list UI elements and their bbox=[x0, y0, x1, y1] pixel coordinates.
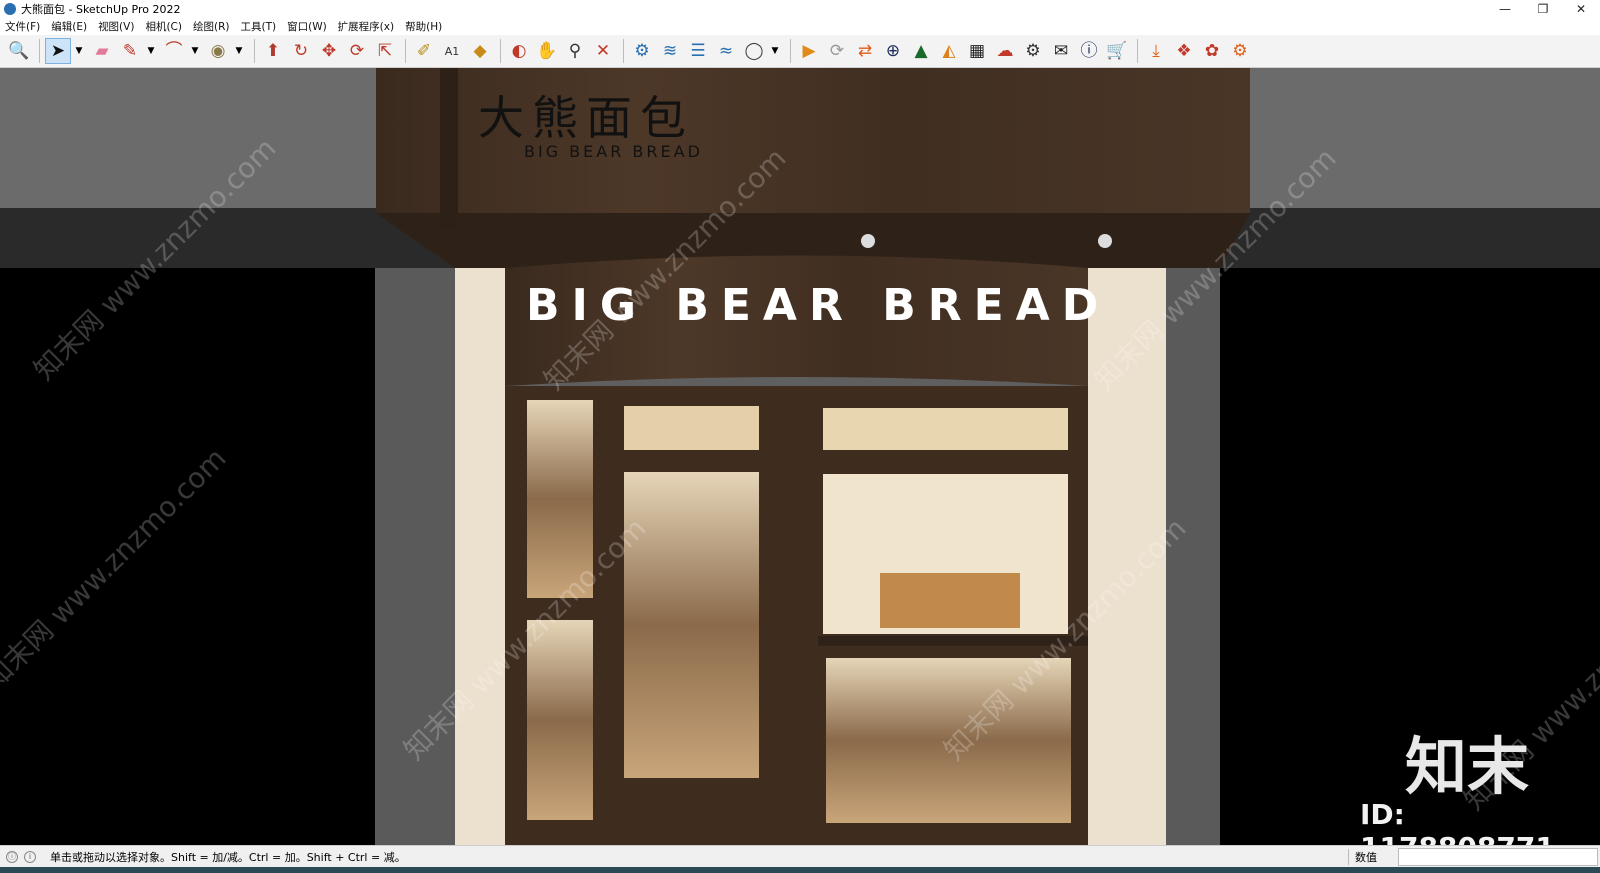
warehouse-icon[interactable]: ▶ bbox=[796, 38, 822, 64]
mail-icon[interactable]: ✉ bbox=[1048, 38, 1074, 64]
zoom-extents-icon[interactable]: ✕ bbox=[590, 38, 616, 64]
sign-english-small: BIG BEAR BREAD bbox=[524, 142, 703, 161]
menu-edit[interactable]: 编辑(E) bbox=[51, 19, 87, 34]
orbit-icon[interactable]: ◐ bbox=[506, 38, 532, 64]
menu-window[interactable]: 窗口(W) bbox=[287, 19, 327, 34]
geolocation-icon[interactable]: ⓘ bbox=[6, 850, 18, 863]
sign-chinese: 大熊面包 bbox=[478, 91, 694, 145]
menu-tools[interactable]: 工具(T) bbox=[240, 19, 276, 34]
push-pull-icon[interactable]: ⬆ bbox=[260, 38, 286, 64]
close-button[interactable]: ✕ bbox=[1562, 0, 1600, 18]
styles-icon[interactable]: ≈ bbox=[713, 38, 739, 64]
layout-icon[interactable]: ◭ bbox=[936, 38, 962, 64]
menu-view[interactable]: 视图(V) bbox=[98, 19, 134, 34]
text-icon[interactable]: A1 bbox=[439, 38, 465, 64]
pencil-icon[interactable]: ✎ bbox=[117, 38, 143, 64]
value-input[interactable] bbox=[1398, 847, 1598, 866]
dropdown-icon[interactable]: ▼ bbox=[73, 38, 85, 64]
dropdown-icon[interactable]: ▼ bbox=[189, 38, 201, 64]
paint-bucket-icon[interactable]: ✐ bbox=[411, 38, 437, 64]
value-label: 数值 bbox=[1348, 848, 1398, 865]
tape-measure-icon[interactable]: ◉ bbox=[205, 38, 231, 64]
toolbar: 🔍 ➤ ▼ ▰ ✎ ▼ ⌒ ▼ ◉ ▼ ⬆ ↻ ✥ ⟳ ⇱ ✐ A1 ◆ ◐ ✋… bbox=[0, 35, 1600, 68]
status-bar: ⓘ i 单击或拖动以选择对象。Shift = 加/减。Ctrl = 加。Shif… bbox=[0, 845, 1600, 867]
components-icon[interactable]: ⚙ bbox=[629, 38, 655, 64]
menu-draw[interactable]: 绘图(R) bbox=[193, 19, 230, 34]
left-pillar bbox=[455, 268, 505, 845]
plugin-icon[interactable]: ✿ bbox=[1199, 38, 1225, 64]
follow-me-icon[interactable]: ↻ bbox=[288, 38, 314, 64]
zoom-icon[interactable]: ⚲ bbox=[562, 38, 588, 64]
info-icon[interactable]: ⓘ bbox=[1076, 38, 1102, 64]
materials-icon[interactable]: ≋ bbox=[657, 38, 683, 64]
dropdown-icon[interactable]: ▼ bbox=[145, 38, 157, 64]
cloud-upload-icon[interactable]: ☁ bbox=[992, 38, 1018, 64]
add-icon[interactable]: ⊕ bbox=[880, 38, 906, 64]
tree-icon[interactable]: ▲ bbox=[908, 38, 934, 64]
window-title: 大熊面包 - SketchUp Pro 2022 bbox=[21, 3, 181, 16]
menu-camera[interactable]: 相机(C) bbox=[145, 19, 182, 34]
minimize-button[interactable]: — bbox=[1486, 0, 1524, 18]
walk-icon[interactable]: ✋ bbox=[534, 38, 560, 64]
rotate-icon[interactable]: ⟳ bbox=[344, 38, 370, 64]
section-plane-icon[interactable]: ◆ bbox=[467, 38, 493, 64]
taskbar-strip bbox=[0, 867, 1600, 873]
menu-extensions[interactable]: 扩展程序(x) bbox=[338, 19, 394, 34]
user-icon[interactable]: ◯ bbox=[741, 38, 767, 64]
id-label: ID: 1178808771 bbox=[1360, 798, 1555, 845]
model-viewport[interactable]: 大熊面包 BIG BEAR BREAD BIG BEAR BREAD 知末网 w… bbox=[0, 68, 1600, 845]
maximize-button[interactable]: ❐ bbox=[1524, 0, 1562, 18]
eraser-icon[interactable]: ▰ bbox=[89, 38, 115, 64]
select-arrow-icon[interactable]: ➤ bbox=[45, 38, 71, 64]
menu-file[interactable]: 文件(F) bbox=[5, 19, 40, 34]
arc-icon[interactable]: ⌒ bbox=[161, 38, 187, 64]
brand-logo: 知末 bbox=[1405, 730, 1530, 803]
zoom-window-icon[interactable]: 🔍 bbox=[6, 38, 32, 64]
sketchup-icon bbox=[4, 3, 16, 15]
gear-icon[interactable]: ⚙ bbox=[1227, 38, 1253, 64]
title-bar: 大熊面包 - SketchUp Pro 2022 — ❐ ✕ bbox=[0, 0, 1600, 18]
move-icon[interactable]: ✥ bbox=[316, 38, 342, 64]
dropdown-icon[interactable]: ▼ bbox=[769, 38, 781, 64]
dropdown-icon[interactable]: ▼ bbox=[233, 38, 245, 64]
settings-icon[interactable]: ⚙ bbox=[1020, 38, 1046, 64]
refresh-icon[interactable]: ⟳ bbox=[824, 38, 850, 64]
menu-help[interactable]: 帮助(H) bbox=[405, 19, 442, 34]
transfer-icon[interactable]: ⇄ bbox=[852, 38, 878, 64]
layers-icon[interactable]: ☰ bbox=[685, 38, 711, 64]
status-message: 单击或拖动以选择对象。Shift = 加/减。Ctrl = 加。Shift + … bbox=[50, 850, 406, 864]
scale-icon[interactable]: ⇱ bbox=[372, 38, 398, 64]
info-icon[interactable]: i bbox=[24, 850, 36, 863]
menu-bar: 文件(F) 编辑(E) 视图(V) 相机(C) 绘图(R) 工具(T) 窗口(W… bbox=[0, 18, 1600, 35]
cart-icon[interactable]: 🛒 bbox=[1104, 38, 1130, 64]
extension-icon[interactable]: ❖ bbox=[1171, 38, 1197, 64]
download-icon[interactable]: ⤓ bbox=[1143, 38, 1169, 64]
pattern-icon[interactable]: ▦ bbox=[964, 38, 990, 64]
